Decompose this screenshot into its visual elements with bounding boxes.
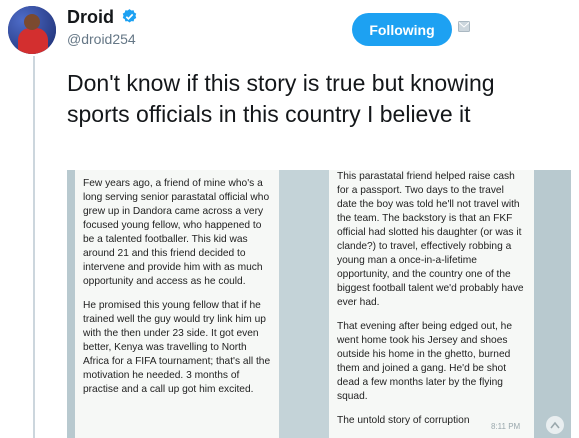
image-edge (67, 170, 75, 438)
following-button[interactable]: Following (352, 13, 452, 46)
image-divider (534, 170, 571, 438)
avatar[interactable] (8, 6, 56, 54)
user-handle[interactable]: @droid254 (67, 31, 136, 47)
tweet-text: Don't know if this story is true but kno… (67, 70, 495, 127)
expand-icon[interactable] (546, 416, 564, 434)
display-name[interactable]: Droid (67, 7, 114, 28)
tweet-image[interactable]: Few years ago, a friend of mine who's a … (67, 170, 571, 438)
direct-message-icon[interactable] (458, 21, 470, 32)
image-divider (279, 170, 329, 438)
verified-badge-icon (122, 9, 137, 23)
image-timestamp: 8:11 PM (491, 422, 521, 431)
thread-line (33, 56, 35, 438)
story-paragraph: He promised this young fellow that if he… (83, 300, 271, 395)
story-paragraph: That evening after being edged out, he w… (337, 321, 513, 402)
story-page-right: This parastatal friend helped raise cash… (329, 170, 534, 438)
story-paragraph: Few years ago, a friend of mine who's a … (83, 178, 270, 287)
story-page-left: Few years ago, a friend of mine who's a … (75, 170, 279, 438)
story-paragraph: This parastatal friend helped raise cash… (337, 171, 524, 308)
